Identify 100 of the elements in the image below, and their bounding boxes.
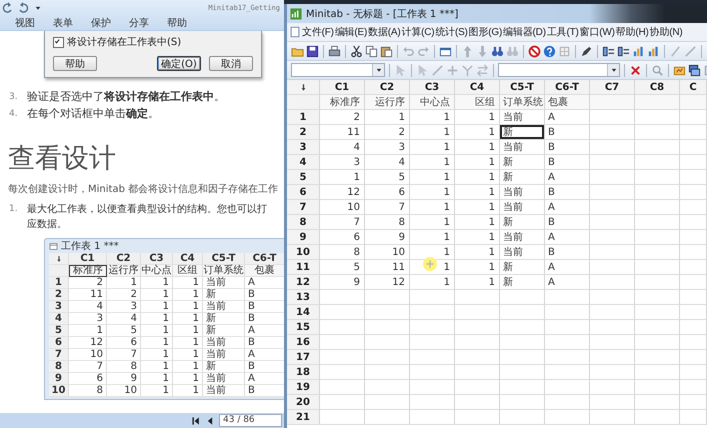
table-cell[interactable]: 10 <box>365 245 410 260</box>
table-cell[interactable] <box>635 125 680 140</box>
table-cell[interactable]: 当前 <box>500 245 545 260</box>
table-cell[interactable] <box>455 395 500 410</box>
table-cell[interactable] <box>680 335 707 350</box>
table-cell[interactable]: A <box>545 260 590 275</box>
table-cell[interactable]: 1 <box>455 170 500 185</box>
table-cell[interactable] <box>500 320 545 335</box>
menu-item[interactable]: 文件(F) <box>302 25 334 39</box>
table-cell[interactable]: 1 <box>455 125 500 140</box>
table-cell[interactable]: 1 <box>410 275 455 290</box>
table-cell[interactable] <box>635 245 680 260</box>
table-cell[interactable] <box>590 290 635 305</box>
table-cell[interactable] <box>410 410 455 425</box>
table-cell[interactable] <box>590 245 635 260</box>
first-page-icon[interactable] <box>191 416 201 426</box>
table-cell[interactable] <box>410 365 455 380</box>
table-cell[interactable]: 1 <box>410 215 455 230</box>
table-cell[interactable] <box>680 275 707 290</box>
table-cell[interactable]: 2 <box>320 110 365 125</box>
table-cell[interactable]: 新 <box>500 275 545 290</box>
menu-item[interactable]: 统计(S) <box>435 25 468 39</box>
table-cell[interactable]: A <box>545 275 590 290</box>
redo-icon[interactable] <box>417 44 430 58</box>
table-cell[interactable] <box>635 170 680 185</box>
table-cell[interactable] <box>500 335 545 350</box>
table-cell[interactable] <box>320 320 365 335</box>
table-cell[interactable]: 当前 <box>500 110 545 125</box>
pointer-icon[interactable] <box>416 64 429 76</box>
table-cell[interactable] <box>365 380 410 395</box>
table-cell[interactable] <box>590 200 635 215</box>
menu-item[interactable]: 数据(A) <box>368 25 400 39</box>
table-cell[interactable] <box>365 350 410 365</box>
table-cell[interactable]: 7 <box>320 215 365 230</box>
table-cell[interactable] <box>635 410 680 425</box>
table-cell[interactable] <box>545 350 590 365</box>
table-cell[interactable] <box>680 125 707 140</box>
table-cell[interactable] <box>635 305 680 320</box>
table-cell[interactable] <box>590 275 635 290</box>
table-cell[interactable] <box>365 365 410 380</box>
column-name-cell[interactable] <box>635 95 680 110</box>
dialog-button[interactable]: 帮助 <box>53 56 97 71</box>
table-cell[interactable]: 1 <box>410 125 455 140</box>
menu-item[interactable]: 分享 <box>129 16 149 30</box>
menu-item[interactable]: 协助(N) <box>650 25 683 39</box>
table-cell[interactable] <box>320 365 365 380</box>
table-cell[interactable] <box>500 410 545 425</box>
help-icon[interactable] <box>543 44 556 58</box>
columns-icon[interactable] <box>617 44 630 58</box>
table-cell[interactable] <box>545 410 590 425</box>
search-icon[interactable] <box>651 64 664 76</box>
table-cell[interactable] <box>365 320 410 335</box>
table-cell[interactable] <box>455 305 500 320</box>
column-name-cell[interactable] <box>680 95 707 110</box>
table-cell[interactable] <box>590 410 635 425</box>
menu-item[interactable]: 图形(G) <box>468 25 502 39</box>
table-cell[interactable] <box>500 365 545 380</box>
table-cell[interactable] <box>455 350 500 365</box>
table-cell[interactable] <box>410 320 455 335</box>
column-name-cell[interactable]: 订单系统 <box>500 95 545 110</box>
column-name-cell[interactable]: 包裹 <box>245 265 284 277</box>
table-cell[interactable]: A <box>545 200 590 215</box>
menu-item[interactable]: 编辑器(D) <box>503 25 546 39</box>
table-cell[interactable] <box>500 350 545 365</box>
table-cell[interactable] <box>320 380 365 395</box>
caret-icon[interactable] <box>34 4 42 12</box>
table-cell[interactable]: B <box>545 245 590 260</box>
menu-item[interactable]: 视图 <box>15 16 35 30</box>
table-cell[interactable] <box>365 290 410 305</box>
menu-item[interactable]: 保护 <box>91 16 111 30</box>
table-cell[interactable] <box>320 335 365 350</box>
table-cell[interactable] <box>680 260 707 275</box>
stack-icon[interactable] <box>688 64 701 76</box>
table-cell[interactable] <box>320 350 365 365</box>
table-cell[interactable]: 1 <box>455 230 500 245</box>
column-name-cell[interactable] <box>590 95 635 110</box>
table-cell[interactable] <box>410 305 455 320</box>
table-cell[interactable] <box>320 290 365 305</box>
table-cell[interactable] <box>410 290 455 305</box>
column-name-cell[interactable]: 包裹 <box>545 95 590 110</box>
bar-chart-icon[interactable] <box>632 44 645 58</box>
table-cell[interactable]: A <box>545 230 590 245</box>
table-cell[interactable] <box>635 380 680 395</box>
printer-icon[interactable] <box>328 44 341 58</box>
table-cell[interactable] <box>680 200 707 215</box>
table-cell[interactable] <box>455 335 500 350</box>
table-cell[interactable]: 当前 <box>500 185 545 200</box>
table-cell[interactable] <box>365 335 410 350</box>
table-cell[interactable] <box>590 350 635 365</box>
table-cell[interactable]: 3 <box>365 140 410 155</box>
table-cell[interactable] <box>635 365 680 380</box>
table-cell[interactable]: 1 <box>455 155 500 170</box>
table-cell[interactable] <box>545 395 590 410</box>
table-cell[interactable] <box>635 275 680 290</box>
table-cell[interactable] <box>545 365 590 380</box>
table-cell[interactable] <box>680 305 707 320</box>
table-cell[interactable] <box>545 305 590 320</box>
table-cell[interactable] <box>590 140 635 155</box>
table-cell[interactable] <box>680 140 707 155</box>
table-cell[interactable]: 新 <box>500 170 545 185</box>
